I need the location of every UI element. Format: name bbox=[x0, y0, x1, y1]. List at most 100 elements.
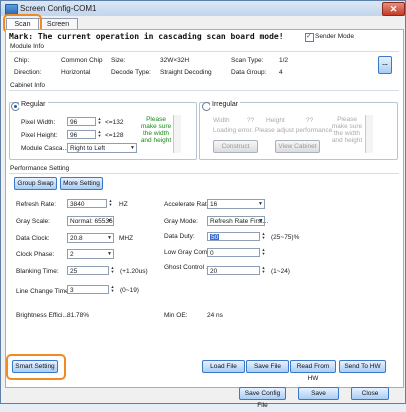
regular-hint-scrollbar[interactable] bbox=[173, 115, 181, 153]
scan-board-panel bbox=[5, 29, 404, 388]
cabinet-info-title: Cabinet Info bbox=[10, 82, 46, 89]
gray-mode-label: Gray Mode: bbox=[164, 218, 198, 225]
data-group-label: Data Group: bbox=[231, 69, 267, 76]
chip-label: Chip: bbox=[14, 57, 30, 64]
regular-hint: Please make sure the width and height bbox=[140, 116, 172, 144]
accelerate-rate-value: 16 bbox=[210, 201, 218, 208]
refresh-rate-label: Refresh Rate: bbox=[16, 201, 57, 208]
chip-value: Common Chip bbox=[61, 57, 103, 64]
direction-value: Horizontal bbox=[61, 69, 91, 76]
module-cascade-select[interactable]: Right to Left ▼ bbox=[67, 143, 137, 153]
performance-title: Performance Setting bbox=[10, 165, 70, 172]
blanking-time-hint: (+1.20us) bbox=[120, 268, 148, 275]
divider bbox=[9, 90, 399, 91]
ghost-control-input[interactable]: 20 bbox=[207, 266, 260, 275]
size-label: Size: bbox=[111, 57, 126, 64]
data-duty-range: (25~75)% bbox=[271, 234, 300, 241]
scan-type-value: 1/2 bbox=[279, 57, 289, 64]
pixel-width-limit: <=132 bbox=[105, 119, 124, 126]
data-duty-stepper[interactable]: ▲ ▼ bbox=[261, 232, 266, 241]
screen-config-window: Screen Config-COM1 ✕ Scan Board Screen C… bbox=[0, 0, 406, 409]
read-from-hw-button[interactable]: Read From HW bbox=[290, 360, 336, 382]
refresh-rate-input[interactable]: 3840 bbox=[67, 199, 107, 208]
line-change-input[interactable]: 3 bbox=[67, 285, 109, 294]
save-config-file-button[interactable]: Save Config File bbox=[239, 387, 286, 409]
gray-scale-label: Gray Scale: bbox=[16, 218, 50, 225]
data-group-value: 4 bbox=[279, 69, 283, 76]
irregular-hint: Please make sure the width and height bbox=[331, 116, 363, 144]
ghost-control-stepper[interactable]: ▲ ▼ bbox=[261, 266, 266, 275]
low-gray-stepper[interactable]: ▲ ▼ bbox=[261, 248, 266, 257]
line-change-range: (0~19) bbox=[120, 287, 139, 294]
ghost-control-label: Ghost Control ... bbox=[164, 264, 212, 271]
data-clock-select[interactable]: 20.8 ▼ bbox=[67, 233, 114, 243]
pixel-width-label: Pixel Width: bbox=[21, 119, 56, 126]
irregular-label: Irregular bbox=[210, 101, 241, 108]
save-file-button[interactable]: Save File bbox=[246, 360, 289, 373]
blanking-time-input[interactable]: 25 bbox=[67, 266, 109, 275]
direction-label: Direction: bbox=[14, 69, 42, 76]
irregular-width-value: ?? bbox=[247, 117, 255, 124]
divider bbox=[9, 51, 399, 52]
low-gray-label: Low Gray Com... bbox=[164, 249, 213, 256]
irregular-height-value: ?? bbox=[306, 117, 314, 124]
regular-label: Regular bbox=[19, 101, 48, 108]
decode-type-label: Decode Type: bbox=[111, 69, 151, 76]
data-duty-label: Data Duty: bbox=[164, 233, 195, 240]
pixel-width-stepper[interactable]: ▲ ▼ bbox=[97, 117, 102, 126]
view-cabinet-button[interactable]: View Cabinet bbox=[275, 140, 320, 153]
data-duty-input[interactable]: 50 bbox=[207, 232, 260, 241]
chevron-down-icon: ▼ bbox=[107, 218, 112, 224]
size-value: 32W×32H bbox=[160, 57, 190, 64]
group-swap-button[interactable]: Group Swap bbox=[14, 177, 57, 190]
gray-mode-select[interactable]: Refresh Rate First... ▼ bbox=[207, 216, 268, 226]
chevron-down-icon: ▼ bbox=[258, 201, 263, 207]
gray-scale-select[interactable]: Normal: 65536 ▼ bbox=[67, 216, 114, 226]
clock-phase-select[interactable]: 2 ▼ bbox=[67, 249, 114, 259]
data-clock-value: 20.8 bbox=[70, 235, 83, 242]
pixel-height-input[interactable]: 96 bbox=[67, 130, 96, 139]
module-info-title: Module Info bbox=[10, 43, 44, 50]
decode-type-value: Straight Decoding bbox=[160, 69, 212, 76]
construct-button[interactable]: Construct bbox=[213, 140, 258, 153]
refresh-rate-stepper[interactable]: ▲ ▼ bbox=[108, 199, 113, 208]
mode-mark-text: Mark: The current operation in cascading… bbox=[9, 32, 284, 41]
irregular-error-text: Loading error. Please adjust performance… bbox=[213, 127, 338, 134]
min-oe-label: Min OE: bbox=[164, 312, 188, 319]
low-gray-input[interactable]: 0 bbox=[207, 248, 260, 257]
irregular-width-label: Width bbox=[213, 117, 230, 124]
data-duty-value: 50 bbox=[210, 234, 220, 241]
chevron-down-icon: ▼ bbox=[107, 235, 112, 241]
close-button[interactable]: Close bbox=[351, 387, 389, 400]
irregular-hint-scrollbar[interactable] bbox=[365, 115, 373, 153]
module-cascade-value: Right to Left bbox=[70, 145, 106, 152]
window-title: Screen Config-COM1 bbox=[20, 4, 97, 13]
load-file-button[interactable]: Load File bbox=[202, 360, 245, 373]
sender-mode-checkbox[interactable] bbox=[305, 32, 314, 42]
pixel-height-stepper[interactable]: ▲ ▼ bbox=[97, 130, 102, 139]
pixel-width-input[interactable]: 96 bbox=[67, 117, 96, 126]
divider bbox=[9, 173, 399, 174]
chevron-down-icon: ▼ bbox=[258, 218, 263, 224]
module-cascade-label: Module Casca... bbox=[21, 145, 68, 152]
chevron-down-icon: ▼ bbox=[107, 251, 112, 257]
chevron-down-icon: ▼ bbox=[130, 145, 135, 151]
blanking-time-label: Blanking Time: bbox=[16, 268, 59, 275]
blanking-time-stepper[interactable]: ▲ ▼ bbox=[110, 266, 115, 275]
brightness-value: 81.78% bbox=[67, 312, 90, 319]
send-to-hw-button[interactable]: Send To HW bbox=[339, 360, 386, 373]
accelerate-rate-label: Accelerate Rate: bbox=[164, 201, 213, 208]
min-oe-value: 24 ns bbox=[207, 312, 223, 319]
save-button[interactable]: Save bbox=[298, 387, 339, 400]
module-more-button[interactable]: ... bbox=[378, 56, 392, 74]
clock-phase-label: Clock Phase: bbox=[16, 251, 55, 258]
sender-mode-label: Sender Mode bbox=[315, 33, 355, 40]
close-window-button[interactable]: ✕ bbox=[382, 2, 405, 16]
more-setting-button[interactable]: More Setting bbox=[60, 177, 103, 190]
line-change-stepper[interactable]: ▲ ▼ bbox=[110, 285, 115, 294]
accelerate-rate-select[interactable]: 16 ▼ bbox=[207, 199, 265, 209]
title-bar: Screen Config-COM1 ✕ bbox=[1, 1, 405, 16]
clock-phase-value: 2 bbox=[70, 251, 74, 258]
data-clock-unit: MHZ bbox=[119, 235, 134, 242]
data-clock-label: Data Clock: bbox=[16, 235, 50, 242]
